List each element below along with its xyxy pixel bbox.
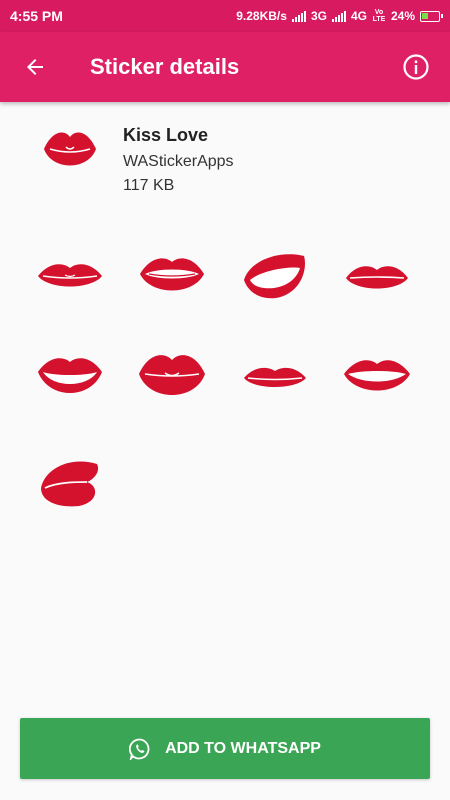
sticker-lips-thin[interactable]: lips — [342, 246, 412, 306]
add-to-whatsapp-button[interactable]: ADD TO WHATSAPP — [20, 718, 430, 779]
network-speed: 9.28KB/s — [236, 9, 287, 23]
battery-icon — [420, 10, 443, 22]
sticker-lips-wide-smile[interactable]: lips — [342, 346, 412, 406]
info-icon — [403, 54, 429, 80]
signal-icon — [291, 10, 306, 22]
page-title: Sticker details — [90, 54, 240, 79]
app-bar: Sticker details — [0, 32, 450, 102]
sticker-lips-pout[interactable]: lips — [137, 346, 207, 406]
sticker-lips-grin[interactable]: lips — [35, 346, 105, 406]
sticker-lips-side-kiss[interactable]: lips — [35, 452, 105, 512]
sticker-lips-smile[interactable]: lips — [137, 246, 207, 306]
whatsapp-icon — [129, 738, 150, 760]
pack-size: 117 KB — [123, 177, 175, 194]
sticker-lips-closed[interactable]: lips — [35, 246, 105, 306]
status-bar: 4:55 PM 9.28KB/s 3G 4G Vo LTE 24% — [0, 0, 450, 32]
network-4g: 4G — [350, 9, 367, 23]
info-button[interactable] — [388, 32, 444, 102]
status-indicators: 9.28KB/s 3G 4G Vo LTE 24% — [236, 9, 443, 23]
back-arrow-icon — [27, 59, 43, 75]
volte-indicator: Vo LTE — [372, 9, 386, 23]
battery-percent: 24% — [390, 9, 415, 23]
tray-lips-icon — [44, 132, 96, 166]
sticker-lips-side-open[interactable]: lips — [240, 246, 310, 306]
back-button[interactable] — [0, 32, 70, 102]
network-3g: 3G — [310, 9, 327, 23]
add-button-label: ADD TO WHATSAPP — [165, 739, 321, 757]
status-time: 4:55 PM — [10, 8, 63, 24]
pack-publisher: WAStickerApps — [123, 153, 234, 170]
sticker-lips-narrow[interactable]: lips — [240, 346, 310, 406]
signal-icon-2 — [331, 10, 346, 22]
pack-name: Kiss Love — [123, 125, 209, 145]
